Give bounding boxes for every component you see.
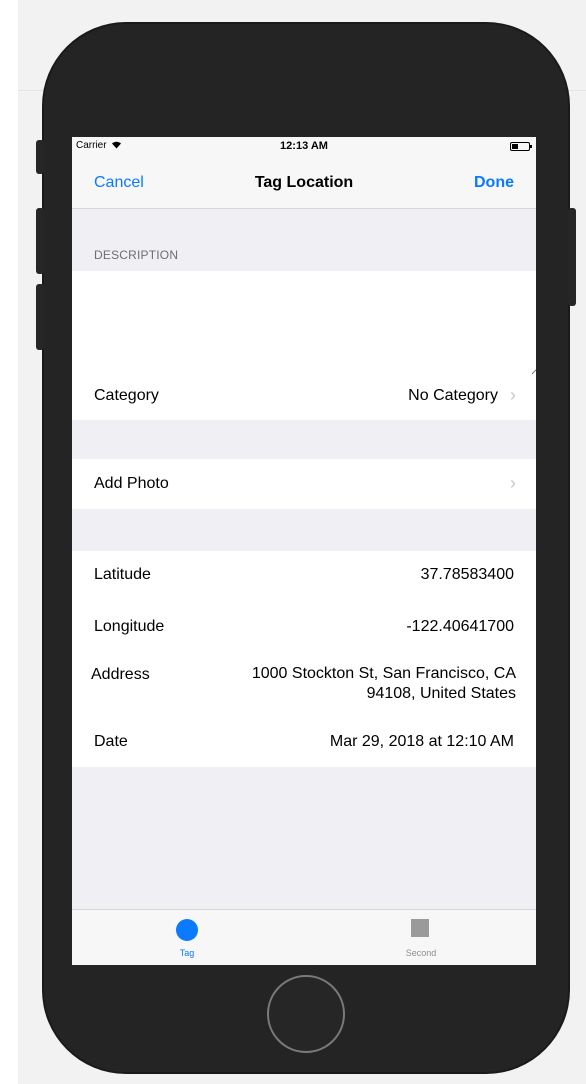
power-button <box>568 208 576 306</box>
status-bar: Carrier 12:13 AM <box>72 137 536 157</box>
tab-second[interactable]: Second <box>361 910 481 965</box>
mute-switch <box>36 140 44 174</box>
tab-tag[interactable]: Tag <box>127 910 247 965</box>
navigation-bar: Cancel Tag Location Done <box>72 157 536 209</box>
battery-icon <box>510 142 532 151</box>
latitude-row: Latitude 37.78583400 <box>72 555 536 595</box>
latitude-label: Latitude <box>94 566 151 583</box>
longitude-value: -122.40641700 <box>406 618 514 635</box>
photo-group: Add Photo › <box>72 459 536 509</box>
chevron-right-icon: › <box>510 385 516 405</box>
longitude-label: Longitude <box>94 618 165 635</box>
address-line-1: 1000 Stockton St, San Francisco, CA <box>251 665 516 682</box>
volume-down-button <box>36 284 44 350</box>
cancel-button[interactable]: Cancel <box>94 174 144 192</box>
address-label: Address <box>91 666 150 683</box>
add-photo-row[interactable]: Add Photo › <box>72 464 536 504</box>
date-label: Date <box>94 733 128 750</box>
category-row[interactable]: Category No Category › <box>72 376 536 416</box>
tab-bar: Tag Second <box>72 909 536 965</box>
add-photo-label: Add Photo <box>94 475 169 492</box>
location-info-group: Latitude 37.78583400 Longitude -122.4064… <box>72 551 536 767</box>
category-label: Category <box>94 387 159 404</box>
home-button[interactable] <box>267 975 345 1053</box>
longitude-row: Longitude -122.40641700 <box>72 607 536 647</box>
app-screen: Carrier 12:13 AM Cancel Tag Location Don… <box>72 137 536 965</box>
description-group: Category No Category › <box>72 271 536 420</box>
tab-tag-label: Tag <box>179 948 195 958</box>
address-value: 1000 Stockton St, San Francisco, CA 9410… <box>252 664 516 704</box>
chevron-right-icon: › <box>510 473 516 493</box>
date-value: Mar 29, 2018 at 12:10 AM <box>329 733 514 750</box>
volume-up-button <box>36 208 44 274</box>
circle-icon <box>176 919 198 941</box>
category-value: No Category <box>408 387 498 404</box>
address-line-2: 94108, United States <box>366 685 516 702</box>
description-section-header: DESCRIPTION <box>94 248 179 262</box>
latitude-value: 37.78583400 <box>420 566 514 583</box>
description-text-view[interactable] <box>72 271 536 375</box>
square-icon <box>411 919 429 937</box>
date-row: Date Mar 29, 2018 at 12:10 AM <box>72 722 536 762</box>
status-time: 12:13 AM <box>280 140 328 152</box>
tab-second-label: Second <box>405 948 437 958</box>
done-button[interactable]: Done <box>474 174 514 192</box>
simulator-window: Carrier 12:13 AM Cancel Tag Location Don… <box>0 0 586 1084</box>
